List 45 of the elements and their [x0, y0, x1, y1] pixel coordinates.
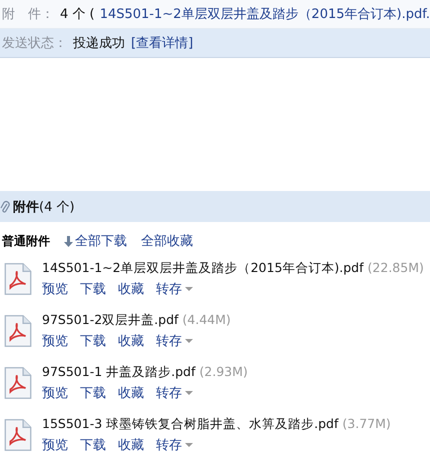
file-name: 15S501-3 球墨铸铁复合树脂井盖、水箅及踏步.pdf [42, 416, 338, 431]
attachment-count: (4 个) [39, 198, 75, 216]
caret-icon [185, 339, 193, 343]
action-link[interactable]: 预览 [42, 384, 68, 402]
file-size: (2.93M) [199, 364, 248, 379]
details-link[interactable]: [查看详情] [131, 34, 194, 52]
download-all-link[interactable]: 全部下载 [64, 232, 127, 250]
status-value: 投递成功 [73, 35, 125, 52]
action-link[interactable]: 收藏 [118, 436, 144, 454]
attachment-count: 4 个 ( [60, 6, 95, 23]
caret-icon [185, 391, 193, 395]
action-link[interactable]: 下载 [80, 280, 106, 298]
action-link[interactable]: 下载 [80, 332, 106, 350]
download-icon [64, 236, 73, 246]
file-size: (3.77M) [342, 416, 391, 431]
action-link[interactable]: 收藏 [118, 280, 144, 298]
attachment-link[interactable]: 14S501-1~2单层双层井盖及踏步（2015年合订本).pdf. [100, 5, 430, 23]
action-link[interactable]: 预览 [42, 332, 68, 350]
save-to-menu[interactable]: 转存 [156, 332, 193, 350]
action-link[interactable]: 收藏 [118, 332, 144, 350]
caret-icon [185, 443, 193, 447]
save-all-link[interactable]: 全部收藏 [141, 232, 193, 250]
file-size: (4.44M) [182, 312, 231, 327]
caret-icon [185, 287, 193, 291]
action-link[interactable]: 收藏 [118, 384, 144, 402]
action-link[interactable]: 预览 [42, 280, 68, 298]
file-size: (22.85M) [368, 260, 424, 275]
action-link[interactable]: 预览 [42, 436, 68, 454]
save-to-menu[interactable]: 转存 [156, 384, 193, 402]
attachments-title: 附件 [13, 198, 39, 216]
attachments-label: 附 件： [2, 6, 54, 23]
pdf-file-icon [4, 262, 32, 296]
save-to-menu[interactable]: 转存 [156, 280, 193, 298]
action-link[interactable]: 下载 [80, 436, 106, 454]
pdf-file-icon [4, 314, 32, 348]
status-label: 发送状态： [2, 35, 67, 52]
file-name: 97S501-1 井盖及踏步.pdf [42, 364, 196, 379]
file-name: 14S501-1~2单层双层井盖及踏步（2015年合订本).pdf [42, 260, 364, 275]
save-to-menu[interactable]: 转存 [156, 436, 193, 454]
action-link[interactable]: 下载 [80, 384, 106, 402]
pdf-file-icon [4, 366, 32, 400]
section-title: 普通附件 [2, 232, 50, 250]
file-name: 97S501-2双层井盖.pdf [42, 312, 178, 327]
pdf-file-icon [4, 418, 32, 452]
paperclip-icon [0, 200, 10, 214]
